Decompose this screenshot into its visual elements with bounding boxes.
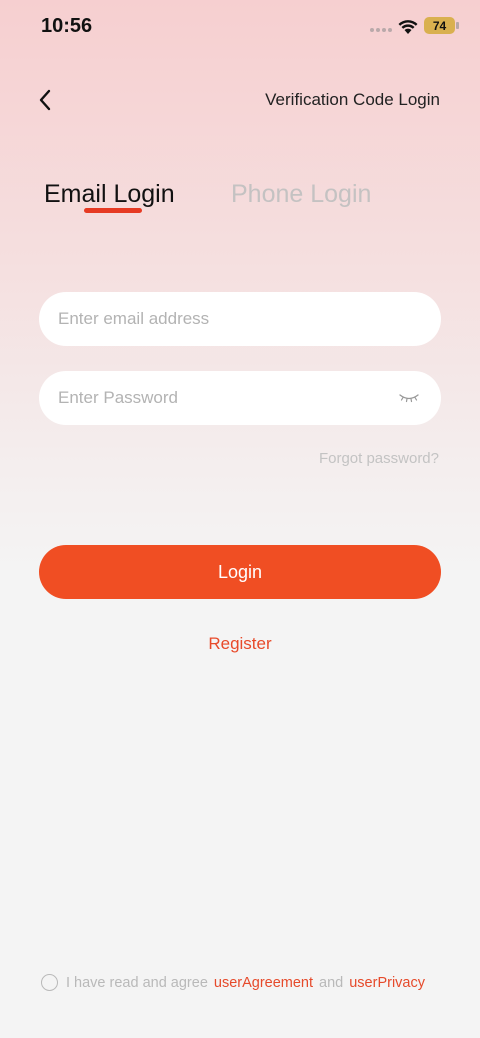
battery-icon: 74 <box>424 17 459 34</box>
password-field[interactable] <box>58 388 398 408</box>
chevron-left-icon <box>39 89 51 111</box>
wifi-icon <box>398 20 418 34</box>
tab-phone-login[interactable]: Phone Login <box>231 180 371 209</box>
back-button[interactable] <box>30 85 60 115</box>
password-field-container <box>39 371 441 425</box>
login-tabs: Email Login Phone Login <box>44 180 444 230</box>
email-field[interactable] <box>58 309 422 329</box>
user-agreement-link[interactable]: userAgreement <box>214 975 313 991</box>
tab-email-login[interactable]: Email Login <box>44 180 175 209</box>
status-time: 10:56 <box>41 15 93 37</box>
login-button[interactable]: Login <box>39 545 441 599</box>
battery-level: 74 <box>432 18 447 33</box>
agreement-conjunction: and <box>319 974 344 991</box>
eye-closed-icon[interactable] <box>398 391 420 405</box>
agreement-row: I have read and agree userAgreement and … <box>41 974 425 991</box>
email-field-container <box>39 292 441 346</box>
active-tab-indicator <box>84 208 142 213</box>
agreement-prefix: I have read and agree <box>66 974 208 991</box>
cellular-signal-icon <box>370 28 392 33</box>
register-link[interactable]: Register <box>0 634 480 654</box>
agreement-checkbox[interactable] <box>41 974 58 991</box>
verification-code-login-link[interactable]: Verification Code Login <box>265 90 440 110</box>
forgot-password-link[interactable]: Forgot password? <box>319 450 439 467</box>
user-privacy-link[interactable]: userPrivacy <box>349 975 425 991</box>
status-bar: 10:56 74 <box>0 0 480 52</box>
